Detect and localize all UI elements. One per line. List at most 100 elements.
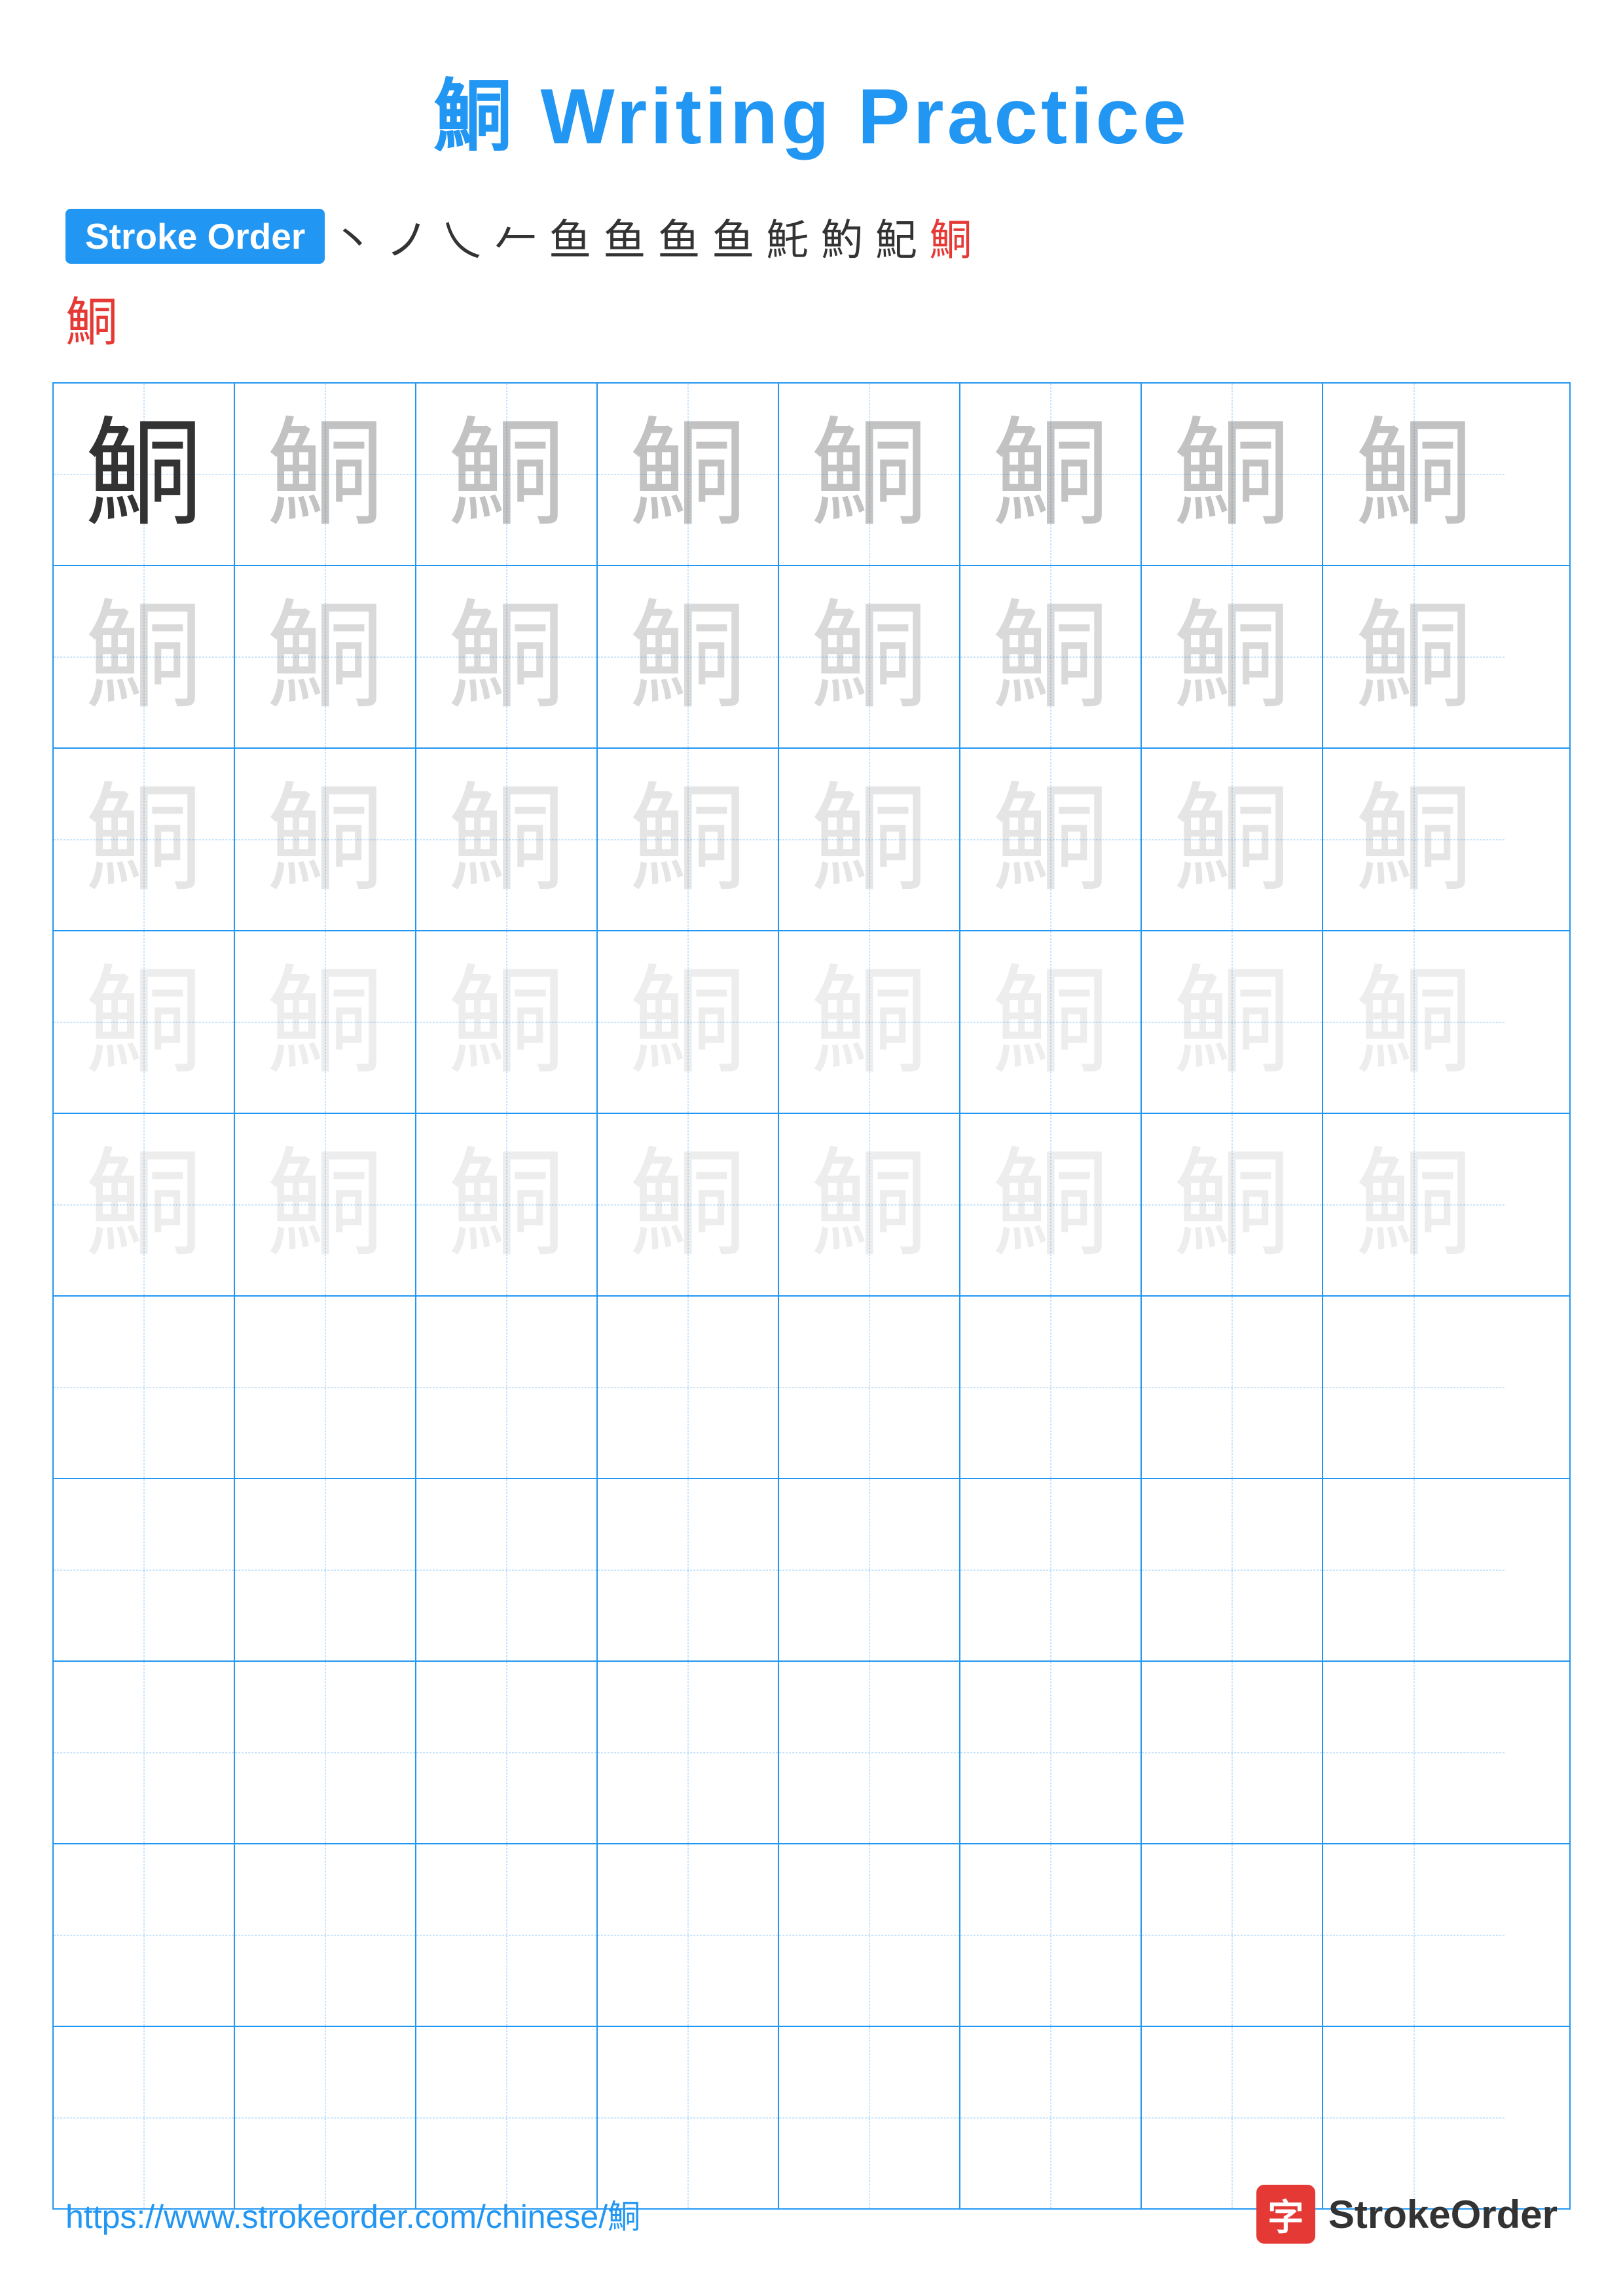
grid-cell-10-5 bbox=[779, 2027, 960, 2208]
grid-cell-6-7 bbox=[1142, 1297, 1323, 1478]
grid-cell-4-6: 鮦 bbox=[960, 931, 1142, 1113]
grid-cell-7-3 bbox=[416, 1479, 598, 1660]
practice-char: 鮦 bbox=[991, 1146, 1109, 1264]
grid-cell-8-6 bbox=[960, 1662, 1142, 1843]
page-title: 鮦 Writing Practice bbox=[0, 0, 1623, 166]
practice-char: 鮦 bbox=[1173, 598, 1290, 716]
grid-cell-8-7 bbox=[1142, 1662, 1323, 1843]
grid-cell-7-1 bbox=[54, 1479, 235, 1660]
grid-cell-7-5 bbox=[779, 1479, 960, 1660]
practice-char: 鮦 bbox=[810, 963, 928, 1081]
grid-row-10 bbox=[54, 2027, 1569, 2208]
grid-cell-2-7: 鮦 bbox=[1142, 566, 1323, 747]
grid-cell-3-8: 鮦 bbox=[1323, 749, 1504, 930]
practice-char: 鮦 bbox=[447, 781, 565, 899]
practice-char: 鮦 bbox=[991, 963, 1109, 1081]
grid-row-9 bbox=[54, 1844, 1569, 2027]
practice-char: 鮦 bbox=[266, 598, 384, 716]
grid-cell-6-1 bbox=[54, 1297, 235, 1478]
grid-cell-2-3: 鮦 bbox=[416, 566, 598, 747]
grid-cell-9-7 bbox=[1142, 1844, 1323, 2026]
grid-cell-6-2 bbox=[235, 1297, 416, 1478]
footer-url[interactable]: https://www.strokeorder.com/chinese/鮦 bbox=[65, 2191, 640, 2238]
grid-cell-4-2: 鮦 bbox=[235, 931, 416, 1113]
stroke-char-4: 𠂉 bbox=[494, 206, 537, 267]
grid-cell-5-2: 鮦 bbox=[235, 1114, 416, 1295]
practice-char: 鮦 bbox=[810, 416, 928, 533]
stroke-order-chars: 丶 ノ 乀 𠂉 鱼 鱼 鱼 鱼 魠 魡 魢 鮦 bbox=[331, 206, 972, 267]
grid-cell-1-5: 鮦 bbox=[779, 384, 960, 565]
stroke-char-5: 鱼 bbox=[549, 206, 591, 267]
footer-logo-text: StrokeOrder bbox=[1328, 2192, 1558, 2237]
practice-char: 鮦 bbox=[266, 963, 384, 1081]
final-char: 鮦 bbox=[65, 293, 118, 351]
grid-cell-3-1: 鮦 bbox=[54, 749, 235, 930]
stroke-char-10: 魡 bbox=[820, 206, 863, 267]
practice-char: 鮦 bbox=[84, 598, 202, 716]
practice-char: 鮦 bbox=[266, 1146, 384, 1264]
practice-char: 鮦 bbox=[1355, 781, 1472, 899]
stroke-char-6: 鱼 bbox=[603, 206, 646, 267]
practice-char: 鮦 bbox=[84, 1146, 202, 1264]
grid-cell-1-1: 鮦 bbox=[54, 384, 235, 565]
grid-cell-3-7: 鮦 bbox=[1142, 749, 1323, 930]
stroke-char-2: ノ bbox=[386, 206, 428, 267]
practice-char: 鮦 bbox=[629, 781, 746, 899]
practice-char: 鮦 bbox=[810, 781, 928, 899]
practice-char: 鮦 bbox=[1173, 416, 1290, 533]
practice-char: 鮦 bbox=[1355, 416, 1472, 533]
grid-cell-2-1: 鮦 bbox=[54, 566, 235, 747]
practice-char: 鮦 bbox=[447, 416, 565, 533]
final-char-line: 鮦 bbox=[65, 280, 1558, 356]
practice-char: 鮦 bbox=[629, 416, 746, 533]
practice-char: 鮦 bbox=[1173, 1146, 1290, 1264]
practice-char: 鮦 bbox=[810, 1146, 928, 1264]
practice-char: 鮦 bbox=[629, 1146, 746, 1264]
footer: https://www.strokeorder.com/chinese/鮦 字 … bbox=[0, 2185, 1623, 2244]
grid-cell-3-5: 鮦 bbox=[779, 749, 960, 930]
stroke-char-1: 丶 bbox=[331, 206, 374, 267]
stroke-char-11: 魢 bbox=[875, 206, 917, 267]
grid-cell-7-4 bbox=[598, 1479, 779, 1660]
grid-cell-9-4 bbox=[598, 1844, 779, 2026]
grid-cell-3-4: 鮦 bbox=[598, 749, 779, 930]
grid-cell-8-8 bbox=[1323, 1662, 1504, 1843]
stroke-char-8: 鱼 bbox=[712, 206, 754, 267]
practice-char: 鮦 bbox=[991, 781, 1109, 899]
grid-cell-2-8: 鮦 bbox=[1323, 566, 1504, 747]
grid-cell-4-1: 鮦 bbox=[54, 931, 235, 1113]
practice-char: 鮦 bbox=[84, 781, 202, 899]
grid-cell-9-6 bbox=[960, 1844, 1142, 2026]
grid-cell-5-8: 鮦 bbox=[1323, 1114, 1504, 1295]
grid-cell-8-4 bbox=[598, 1662, 779, 1843]
grid-cell-8-1 bbox=[54, 1662, 235, 1843]
grid-cell-10-3 bbox=[416, 2027, 598, 2208]
grid-cell-10-7 bbox=[1142, 2027, 1323, 2208]
grid-cell-1-8: 鮦 bbox=[1323, 384, 1504, 565]
grid-cell-7-6 bbox=[960, 1479, 1142, 1660]
grid-cell-3-2: 鮦 bbox=[235, 749, 416, 930]
practice-char: 鮦 bbox=[84, 963, 202, 1081]
grid-cell-9-2 bbox=[235, 1844, 416, 2026]
grid-cell-9-5 bbox=[779, 1844, 960, 2026]
grid-cell-1-7: 鮦 bbox=[1142, 384, 1323, 565]
grid-row-4: 鮦 鮦 鮦 鮦 鮦 鮦 鮦 鮦 bbox=[54, 931, 1569, 1114]
practice-char: 鮦 bbox=[991, 598, 1109, 716]
practice-char: 鮦 bbox=[447, 598, 565, 716]
stroke-order-badge: Stroke Order bbox=[65, 209, 325, 264]
grid-cell-5-7: 鮦 bbox=[1142, 1114, 1323, 1295]
stroke-char-9: 魠 bbox=[766, 206, 809, 267]
practice-char: 鮦 bbox=[810, 598, 928, 716]
grid-row-8 bbox=[54, 1662, 1569, 1844]
grid-row-2: 鮦 鮦 鮦 鮦 鮦 鮦 鮦 鮦 bbox=[54, 566, 1569, 749]
grid-cell-10-4 bbox=[598, 2027, 779, 2208]
grid-cell-4-4: 鮦 bbox=[598, 931, 779, 1113]
grid-cell-6-5 bbox=[779, 1297, 960, 1478]
grid-row-3: 鮦 鮦 鮦 鮦 鮦 鮦 鮦 鮦 bbox=[54, 749, 1569, 931]
practice-char: 鮦 bbox=[1173, 963, 1290, 1081]
grid-cell-2-5: 鮦 bbox=[779, 566, 960, 747]
grid-cell-3-6: 鮦 bbox=[960, 749, 1142, 930]
grid-cell-4-7: 鮦 bbox=[1142, 931, 1323, 1113]
practice-char: 鮦 bbox=[84, 416, 202, 533]
grid-cell-6-4 bbox=[598, 1297, 779, 1478]
